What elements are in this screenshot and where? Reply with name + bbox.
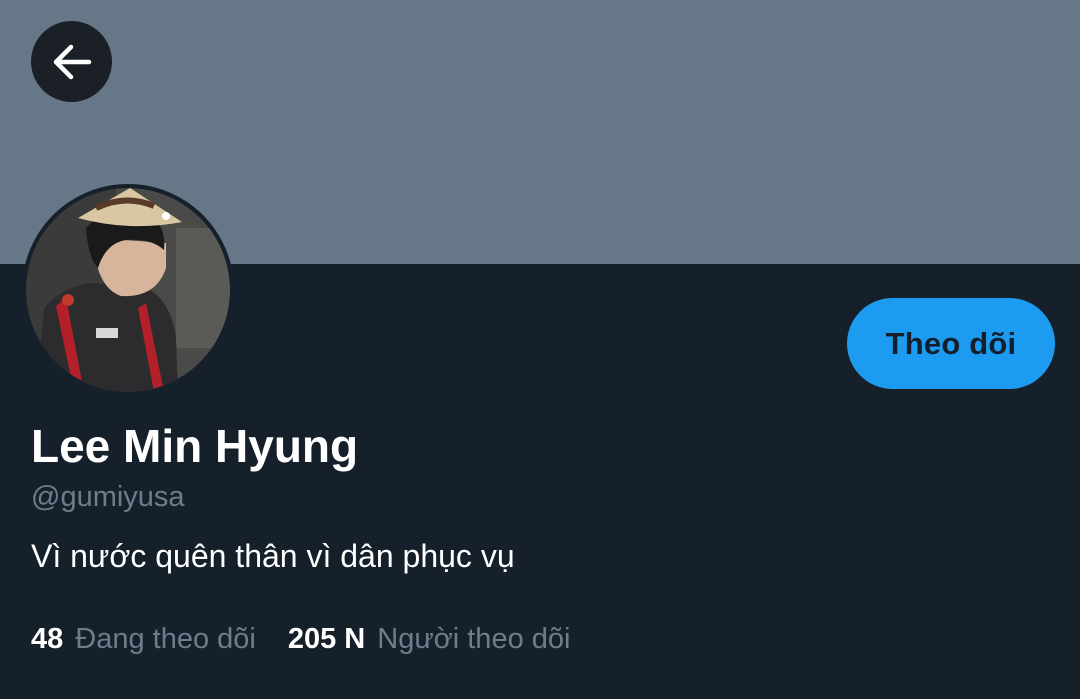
handle: @gumiyusa <box>31 481 185 513</box>
arrow-left-icon <box>51 41 93 83</box>
bio: Vì nước quên thân vì dân phục vụ <box>31 538 515 574</box>
profile-stats: 48 Đang theo dõi 205 N Người theo dõi <box>31 619 570 659</box>
display-name: Lee Min Hyung <box>31 420 359 472</box>
followers-count: 205 N <box>287 623 366 655</box>
avatar[interactable] <box>22 184 234 396</box>
followers-stat[interactable]: 205 N Người theo dõi <box>288 619 571 659</box>
follow-button-label: Theo dõi <box>885 325 1017 361</box>
followers-label: Người theo dõi <box>377 623 571 655</box>
follow-button[interactable]: Theo dõi <box>847 298 1055 389</box>
following-count: 48 <box>31 623 64 655</box>
back-button[interactable] <box>31 21 112 102</box>
following-label: Đang theo dõi <box>75 623 256 655</box>
profile-photo <box>26 188 230 392</box>
following-stat[interactable]: 48 Đang theo dõi <box>31 619 256 659</box>
